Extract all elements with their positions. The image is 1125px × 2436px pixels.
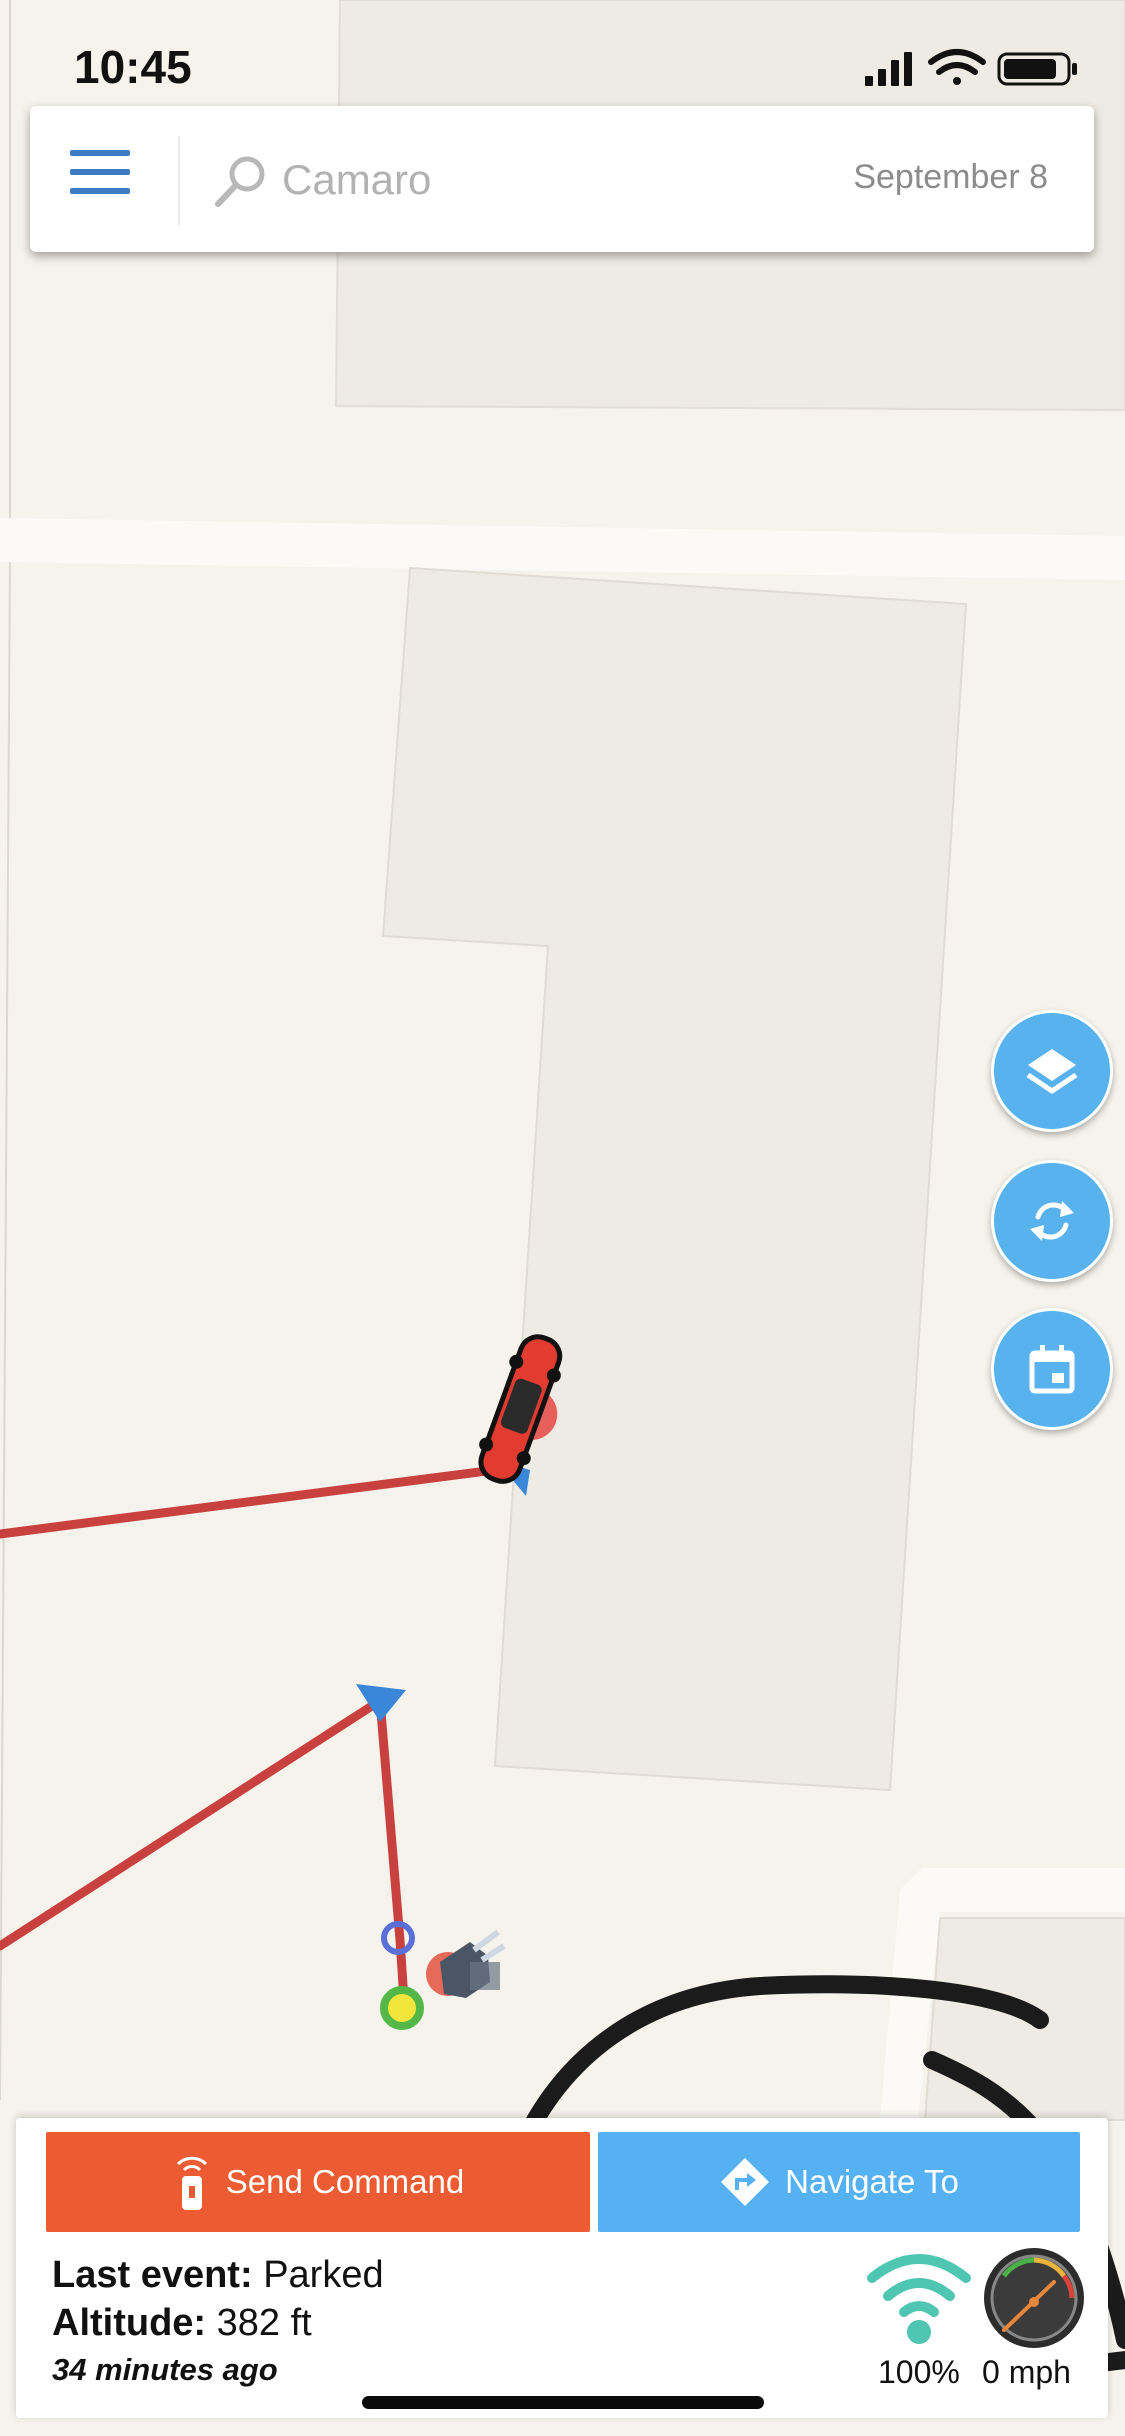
speedometer-icon [984,2248,1084,2348]
map-view[interactable] [0,0,1125,2436]
calendar-button[interactable] [991,1308,1113,1430]
time-ago: 34 minutes ago [52,2352,278,2387]
refresh-button[interactable] [991,1160,1113,1282]
altitude-value: 382 ft [216,2302,312,2344]
directions-icon [721,2158,770,2206]
refresh-icon [1030,1201,1074,1241]
speed-value: 0 mph [982,2354,1071,2390]
status-icons [865,49,1077,86]
altitude-row: Altitude: 382 ft [52,2302,312,2345]
wifi-status-icon [928,49,986,85]
divider [178,136,180,226]
wifi-signal-icon [867,2254,971,2344]
send-command-button[interactable]: Send Command [46,2132,590,2232]
hamburger-menu-icon[interactable] [70,150,130,206]
battery-icon [997,52,1077,86]
route-start-marker[interactable] [380,1986,424,2030]
search-icon [215,156,265,207]
last-event-row: Last event: Parked [52,2254,384,2297]
last-event-value: Parked [263,2254,384,2296]
status-time: 10:45 [74,41,192,93]
search-input[interactable] [280,146,764,214]
layers-button[interactable] [991,1010,1113,1132]
navigate-to-button[interactable]: Navigate To [598,2132,1080,2232]
signal-percent: 100% [878,2354,960,2390]
search-card: September 8 [30,106,1094,252]
calendar-icon [1029,1345,1075,1394]
navigate-to-label: Navigate To [785,2163,959,2200]
date-selector[interactable]: September 8 [853,158,1048,197]
remote-icon [176,2156,207,2210]
send-command-label: Send Command [225,2163,465,2200]
altitude-label: Altitude: [52,2302,207,2344]
last-event-label: Last event: [52,2254,253,2296]
cellular-signal-icon [865,52,912,86]
home-indicator[interactable] [362,2396,764,2409]
layers-icon [1026,1049,1078,1094]
